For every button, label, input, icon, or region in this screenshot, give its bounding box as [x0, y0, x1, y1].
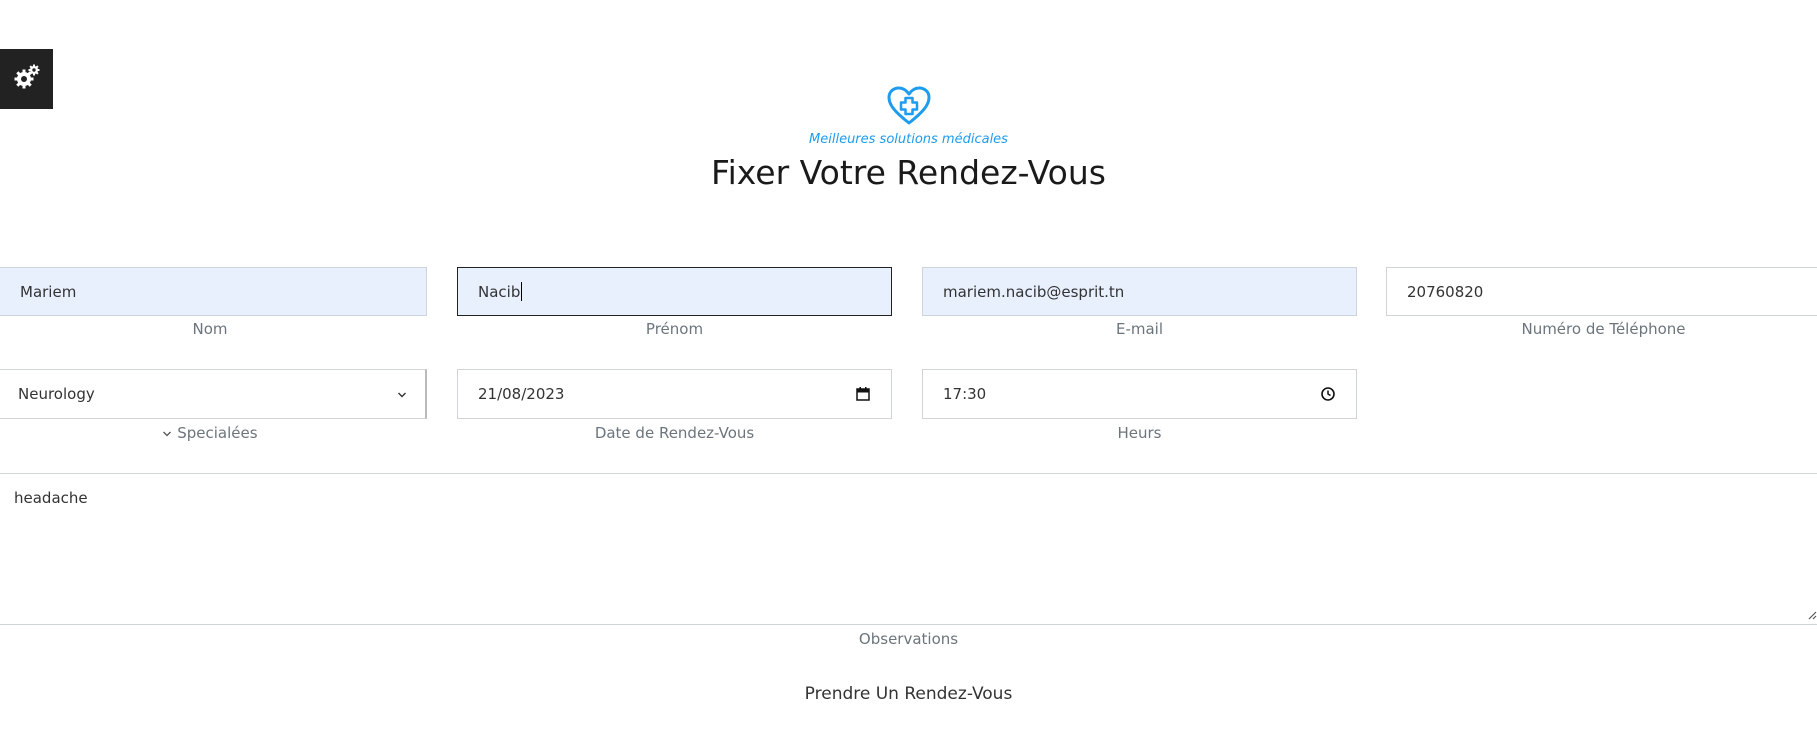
email-label: E-mail [1115, 320, 1164, 338]
heart-medical-icon [887, 86, 930, 125]
page-title: Fixer Votre Rendez-Vous [711, 153, 1106, 192]
specialite-value: Neurology [18, 385, 95, 403]
telephone-label: Numéro de Téléphone [1521, 320, 1686, 338]
date-value: 21/08/2023 [478, 385, 565, 403]
heure-label: Heurs [1117, 424, 1162, 442]
email-value: mariem.nacib@esprit.tn [943, 282, 1125, 301]
email-input[interactable]: mariem.nacib@esprit.tn [922, 267, 1357, 316]
page-header: Meilleures solutions médicales Fixer Vot… [0, 86, 1817, 192]
chevron-down-icon [162, 424, 172, 442]
nom-value: Mariem [20, 282, 77, 301]
prenom-input[interactable]: Nacib [457, 267, 892, 316]
date-input[interactable]: 21/08/2023 [457, 369, 892, 419]
heure-value: 17:30 [943, 385, 987, 403]
observations-value: headache [14, 489, 88, 507]
prenom-value: Nacib [478, 282, 521, 301]
prenom-label: Prénom [645, 320, 704, 338]
observations-label: Observations [858, 630, 959, 648]
text-caret [521, 282, 523, 301]
submit-button[interactable]: Prendre Un Rendez-Vous [0, 684, 1817, 704]
specialite-label: Specialées [0, 424, 420, 442]
nom-label: Nom [192, 320, 228, 338]
resize-handle-icon[interactable] [1807, 606, 1817, 624]
specialite-select[interactable]: Neurology [0, 369, 427, 419]
telephone-value: 20760820 [1407, 282, 1484, 301]
tagline: Meilleures solutions médicales [809, 132, 1008, 147]
nom-input[interactable]: Mariem [0, 267, 427, 316]
specialite-label-text: Specialées [177, 424, 258, 442]
chevron-down-icon [397, 385, 407, 403]
date-label: Date de Rendez-Vous [594, 424, 755, 442]
telephone-input[interactable]: 20760820 [1386, 267, 1817, 316]
calendar-icon[interactable] [855, 386, 871, 402]
heure-input[interactable]: 17:30 [922, 369, 1357, 419]
observations-textarea[interactable]: headache [0, 473, 1817, 625]
clock-icon[interactable] [1320, 386, 1336, 402]
